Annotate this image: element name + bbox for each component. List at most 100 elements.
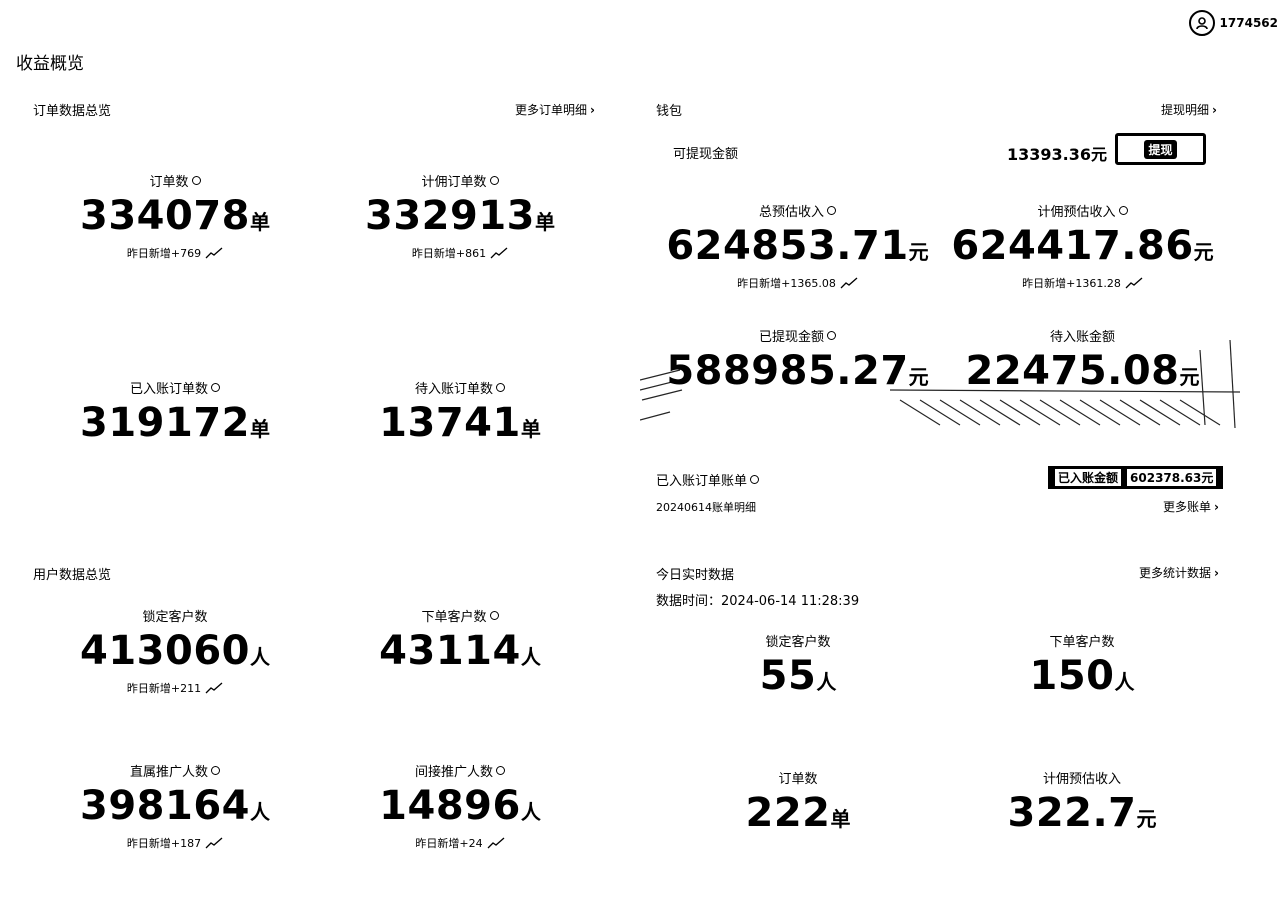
metric-value: 55 [759,653,817,699]
metric-commission-order-count: 计佣订单数 332913单 昨日新增+861 [345,171,575,261]
realtime-commission-income: 计佣预估收入 322.7元 [967,768,1197,833]
metric-total-estimated-income: 总预估收入 624853.71元 昨日新增+1365.08 [665,201,930,291]
metric-label: 订单数 [149,175,189,190]
trend-up-icon [205,837,223,849]
withdraw-history-label: 提现明细 [1161,103,1210,117]
metric-label: 锁定客户数 [142,610,208,625]
avatar-icon [1188,10,1215,36]
realtime-locked-customers: 锁定客户数 55人 [683,631,913,696]
info-icon[interactable] [489,176,499,185]
trend-up-icon [205,682,223,694]
info-icon[interactable] [191,176,201,185]
wallet-section-title: 钱包 [656,104,683,119]
trend-up-icon [1125,277,1143,289]
metric-locked-customers: 锁定客户数 413060人 昨日新增+211 [60,606,290,696]
info-icon[interactable] [827,331,836,340]
metric-sub: 昨日新增+1365.08 [737,277,836,290]
trend-up-icon [840,277,858,289]
realtime-ordering-customers: 下单客户数 150人 [967,631,1197,696]
metric-unit: 元 [908,365,929,389]
info-icon[interactable] [489,611,499,620]
info-icon[interactable] [496,383,505,392]
metric-value: 334078 [80,193,250,239]
info-icon[interactable] [750,475,760,484]
metric-label: 计佣订单数 [421,175,487,190]
metric-pending-orders: 待入账订单数 13741单 [345,378,575,443]
withdrawable-value: 13393.36元 [1007,145,1108,164]
metric-unit: 元 [908,240,929,264]
metric-value: 13741 [379,400,521,446]
metric-sub: 昨日新增+24 [415,837,483,850]
more-bills-label: 更多账单 [1163,500,1212,514]
metric-sub: 昨日新增+1361.28 [1022,277,1121,290]
metric-value: 413060 [80,628,250,674]
metric-value: 150 [1029,653,1115,699]
metric-value: 624853.71 [666,223,909,269]
page-title: 收益概览 [16,54,84,74]
metric-unit: 人 [250,645,270,669]
metric-unit: 单 [250,417,270,441]
metric-credited-orders: 已入账订单数 319172单 [60,378,290,443]
credited-amount-value: 602378.63元 [1127,469,1217,486]
realtime-section-title: 今日实时数据 [656,568,735,583]
data-time: 数据时间：2024-06-14 11:28:39 [656,590,859,609]
metric-value: 624417.86 [951,223,1194,269]
metric-value: 222 [745,790,831,836]
user-badge[interactable]: 1774562 [1188,10,1278,36]
metric-label: 间接推广人数 [414,765,493,780]
more-orders-label: 更多订单明细 [515,103,588,117]
metric-unit: 单 [520,417,541,441]
metric-unit: 人 [520,645,541,669]
metric-label: 下单客户数 [421,610,487,625]
metric-unit: 人 [816,670,837,694]
metric-unit: 人 [1114,670,1135,694]
info-icon[interactable] [211,383,220,392]
info-icon[interactable] [211,766,220,775]
bill-detail-link[interactable]: 20240614账单明细 [656,499,756,515]
metric-sub: 昨日新增+861 [411,247,487,260]
credited-amount-badge: 已入账金额 602378.63元 [1048,466,1224,489]
withdraw-button[interactable]: 提现 [1115,133,1206,165]
users-section-title: 用户数据总览 [33,568,112,583]
metric-unit: 单 [250,210,270,234]
metric-value: 332913 [365,193,535,239]
metric-value: 43114 [379,628,521,674]
metric-sub: 昨日新增+211 [126,682,202,695]
chevron-right-icon: › [1212,102,1217,117]
info-icon[interactable] [827,206,836,215]
withdrawable-label: 可提现金额 [673,147,739,162]
metric-label: 待入账金额 [1049,330,1115,345]
metric-label: 直属推广人数 [129,765,208,780]
withdraw-history-link[interactable]: 提现明细 › [1161,101,1217,118]
more-bills-link[interactable]: 更多账单 › [1163,498,1219,515]
metric-value: 319172 [80,400,250,446]
trend-up-icon [205,247,223,259]
metric-label: 待入账订单数 [414,382,493,397]
user-id: 1774562 [1219,16,1278,30]
more-stats-label: 更多统计数据 [1139,566,1212,580]
metric-unit: 人 [250,800,270,824]
metric-pending-amount: 待入账金额 22475.08元 [950,326,1215,391]
metric-unit: 元 [1193,240,1214,264]
metric-value: 14896 [379,783,521,829]
metric-unit: 单 [830,807,851,831]
more-stats-link[interactable]: 更多统计数据 › [1139,564,1219,581]
metric-label: 锁定客户数 [765,635,831,650]
metric-ordering-customers: 下单客户数 43114人 [345,606,575,671]
metric-unit: 单 [535,210,555,234]
chevron-right-icon: › [1214,499,1219,514]
info-icon[interactable] [496,766,505,775]
more-orders-link[interactable]: 更多订单明细 › [515,101,595,118]
chevron-right-icon: › [590,102,595,117]
bills-section-title: 已入账订单账单 [656,470,760,489]
metric-unit: 元 [1136,807,1157,831]
credited-amount-label: 已入账金额 [1055,469,1122,486]
metric-sub: 昨日新增+187 [126,837,202,850]
info-icon[interactable] [1118,206,1128,215]
trend-up-icon [487,837,505,849]
data-time-value: 2024-06-14 11:28:39 [721,594,860,609]
trend-up-icon [490,247,508,259]
withdraw-button-label: 提现 [1144,139,1177,159]
metric-value: 322.7 [1007,790,1137,836]
bills-title-label: 已入账订单账单 [656,474,748,489]
